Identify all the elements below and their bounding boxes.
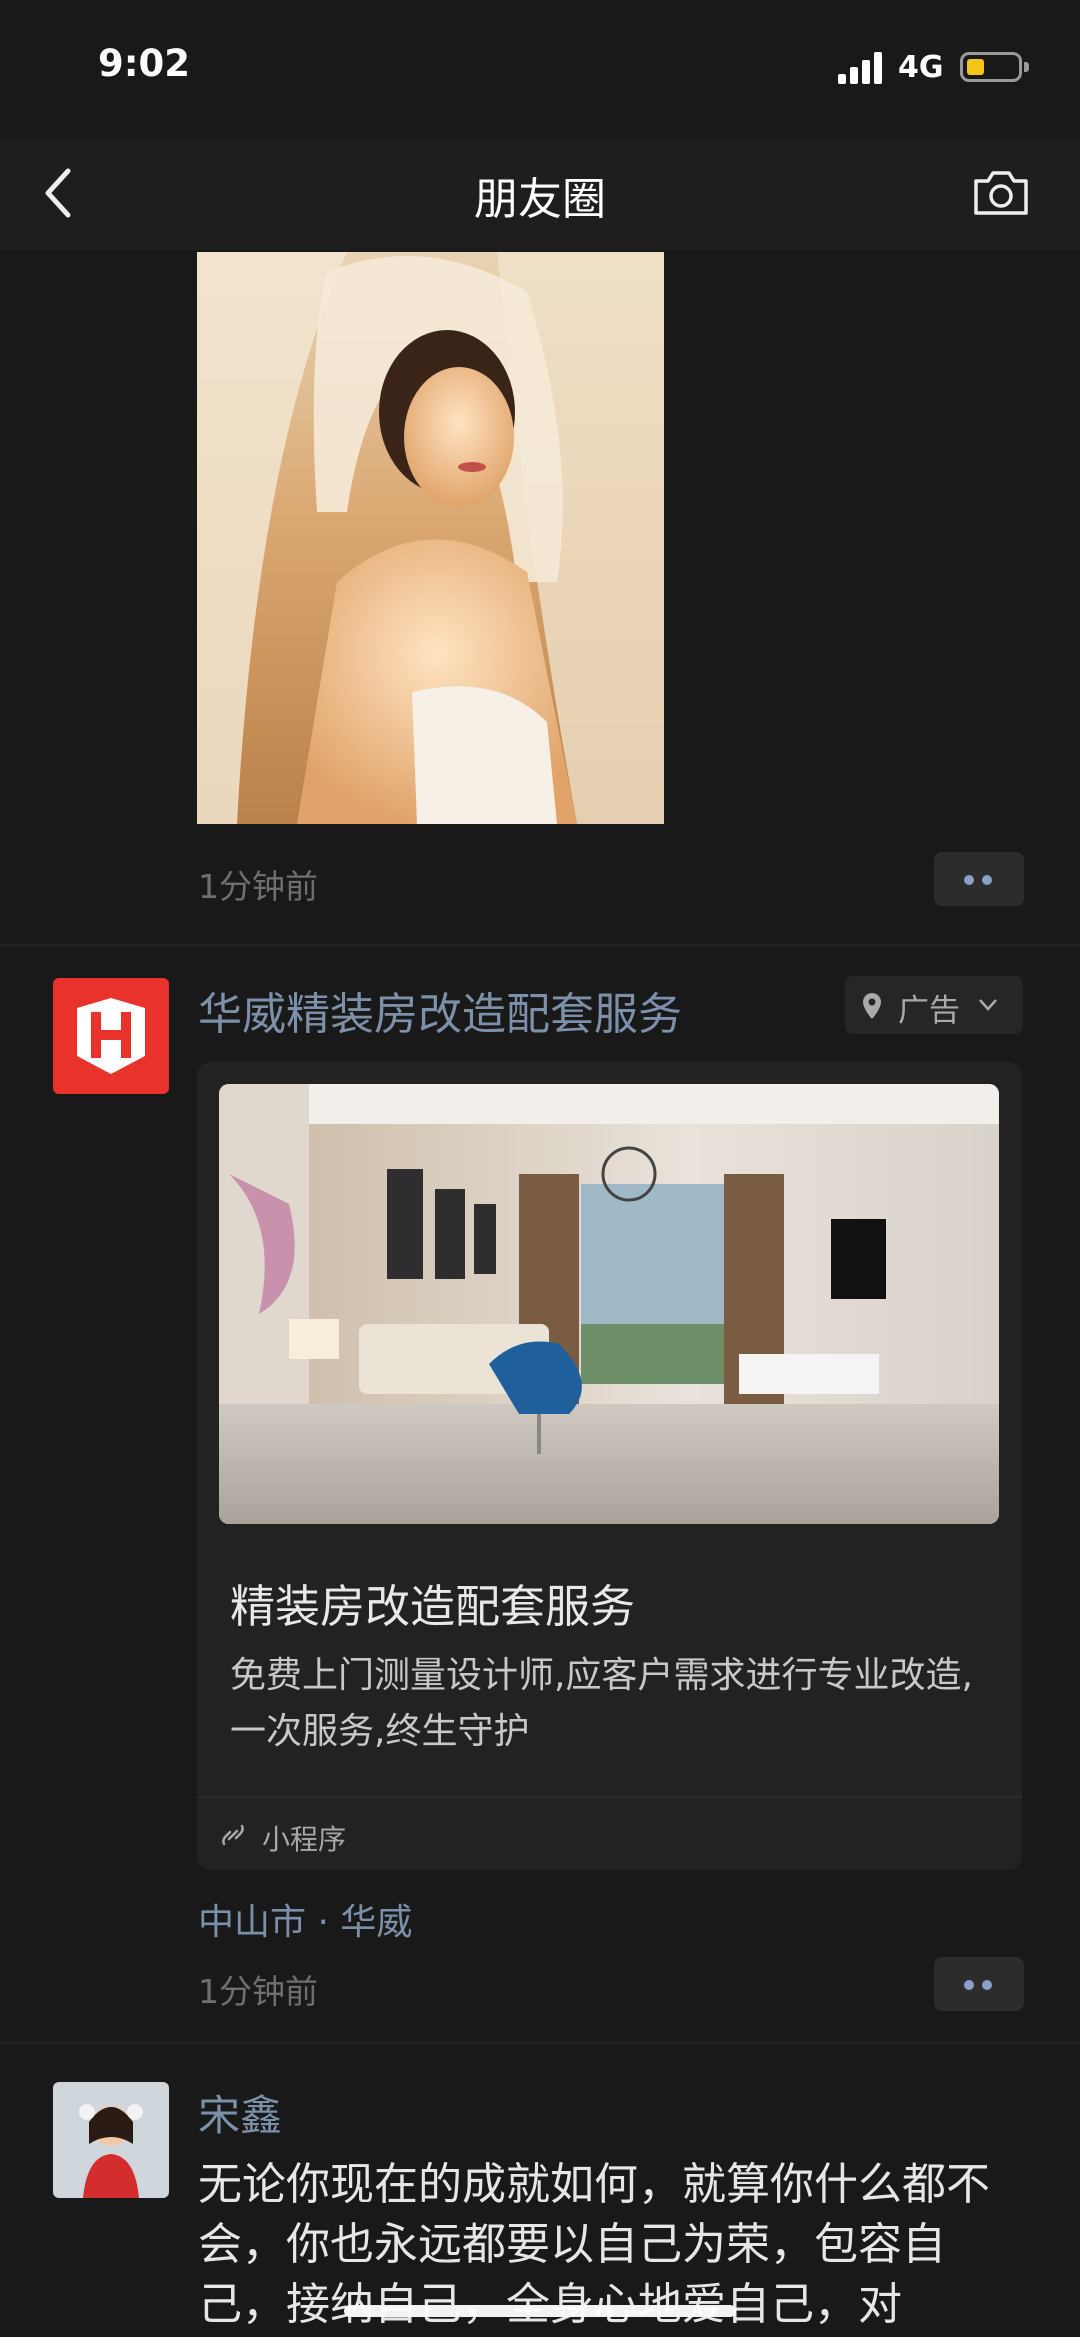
ad-card-image[interactable]	[219, 1084, 999, 1524]
link-icon	[222, 1824, 244, 1846]
ad-time: 1分钟前	[198, 1972, 318, 2011]
ad-advertiser-name[interactable]: 华威精装房改造配套服务	[198, 978, 682, 1042]
ad-card-description: 免费上门测量设计师,应客户需求进行专业改造,一次服务,终生守护	[230, 1655, 973, 1752]
status-time: 9:02	[98, 42, 191, 85]
divider	[0, 944, 1080, 946]
more-button[interactable]	[934, 1957, 1024, 2011]
more-button[interactable]	[934, 852, 1024, 906]
ad-location[interactable]: 中山市 · 华威	[198, 1893, 412, 1945]
location-pin-icon	[863, 993, 881, 1019]
signal-icon	[838, 52, 882, 84]
home-indicator[interactable]	[344, 2305, 736, 2317]
chevron-down-icon	[979, 999, 997, 1011]
post-image[interactable]	[197, 252, 664, 824]
post-time: 1分钟前	[198, 867, 318, 906]
dot	[964, 875, 974, 885]
post-author[interactable]: 宋鑫	[198, 2082, 282, 2143]
ad-card-title: 精装房改造配套服务	[230, 1580, 636, 1633]
dot	[964, 1980, 974, 1990]
camera-icon[interactable]	[972, 167, 1030, 217]
battery-tip	[1024, 62, 1029, 72]
brand-logo-icon	[77, 998, 145, 1074]
ad-tag-label: 广告	[898, 993, 960, 1029]
divider	[0, 2042, 1080, 2044]
network-label: 4G	[898, 50, 944, 85]
page-title: 朋友圈	[474, 174, 606, 225]
dot	[982, 875, 992, 885]
battery-icon	[960, 52, 1022, 82]
card-divider	[197, 1796, 1022, 1798]
ad-avatar[interactable]	[53, 978, 169, 1094]
user-avatar[interactable]	[53, 2082, 169, 2198]
battery-level	[967, 59, 984, 75]
dot	[982, 1980, 992, 1990]
mini-program-label: 小程序	[262, 1823, 347, 1856]
